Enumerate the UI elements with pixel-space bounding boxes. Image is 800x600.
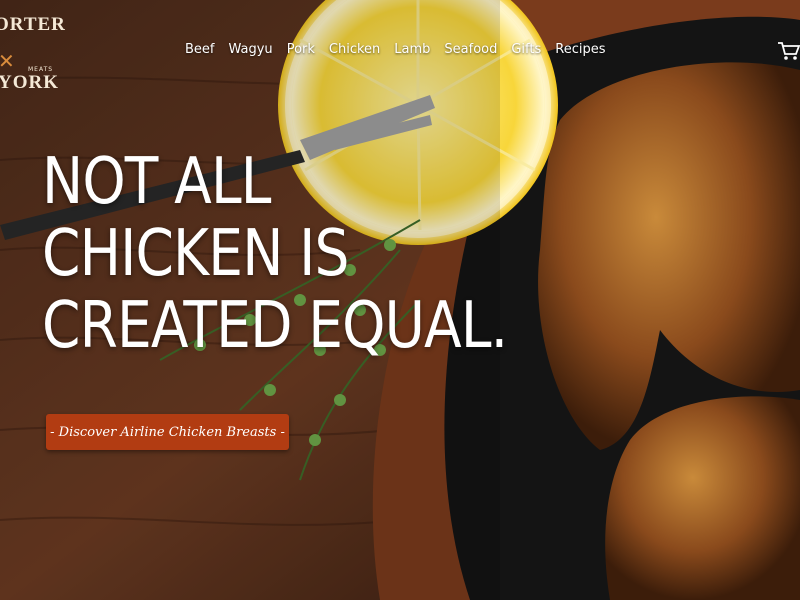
crossed-knives-icon: ✕ [0,49,15,73]
nav-item-wagyu[interactable]: Wagyu [222,42,280,57]
nav-item-chicken[interactable]: Chicken [322,42,387,57]
nav-item-seafood[interactable]: Seafood [437,42,504,57]
headline-line-1: NOT ALL [42,145,271,219]
hero-section: ORTER ✕ MEATS YORK Beef Wagyu Pork Chick… [0,0,800,600]
main-navigation: Beef Wagyu Pork Chicken Lamb Seafood Gif… [178,42,613,57]
discover-airline-chicken-button[interactable]: - Discover Airline Chicken Breasts - [46,414,289,450]
hero-headline: NOT ALL CHICKEN IS CREATED EQUAL. [42,145,508,363]
nav-item-lamb[interactable]: Lamb [387,42,437,57]
logo-bottom-text: YORK [0,72,59,93]
headline-line-3: CREATED EQUAL. [42,289,508,363]
nav-item-gifts[interactable]: Gifts [504,42,548,57]
nav-item-recipes[interactable]: Recipes [548,42,612,57]
cart-icon[interactable] [777,41,800,61]
headline-line-2: CHICKEN IS [42,217,349,291]
nav-item-beef[interactable]: Beef [178,42,222,57]
porter-york-logo[interactable]: ORTER ✕ MEATS YORK [0,14,66,98]
logo-top-text: ORTER [0,14,66,35]
nav-item-pork[interactable]: Pork [280,42,322,57]
